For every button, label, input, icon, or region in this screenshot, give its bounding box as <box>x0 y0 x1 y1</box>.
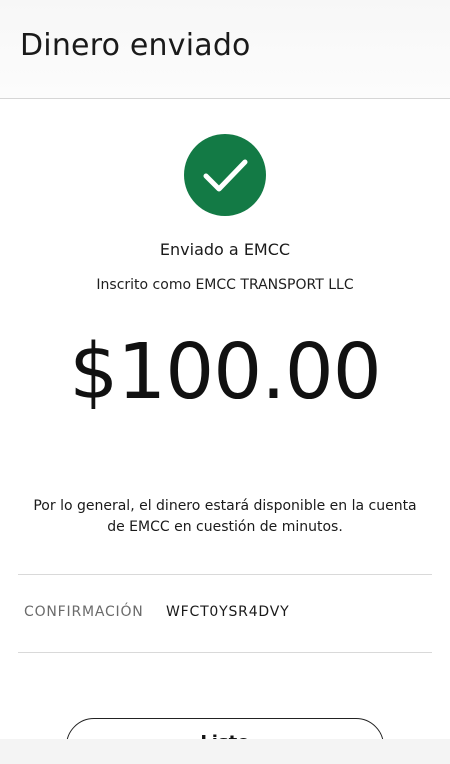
divider <box>18 574 432 575</box>
money-sent-screen: Dinero enviado Enviado a EMCC Inscrito c… <box>0 0 450 764</box>
availability-note: Por lo general, el dinero estará disponi… <box>33 498 417 535</box>
confirmation-number: WFCT0YSR4DVY <box>166 604 290 620</box>
header-bar: Dinero enviado <box>0 0 450 99</box>
confirmation-label: CONFIRMACIÓN <box>24 604 144 620</box>
divider <box>18 652 432 653</box>
page-title: Dinero enviado <box>20 28 251 63</box>
amount-value: $100.00 <box>69 328 381 417</box>
sent-to-text: Enviado a EMCC <box>159 240 291 259</box>
enrolled-as-text: Inscrito como EMCC TRANSPORT LLC <box>96 277 354 293</box>
check-circle-icon <box>184 134 266 216</box>
bottom-bar <box>0 739 450 764</box>
